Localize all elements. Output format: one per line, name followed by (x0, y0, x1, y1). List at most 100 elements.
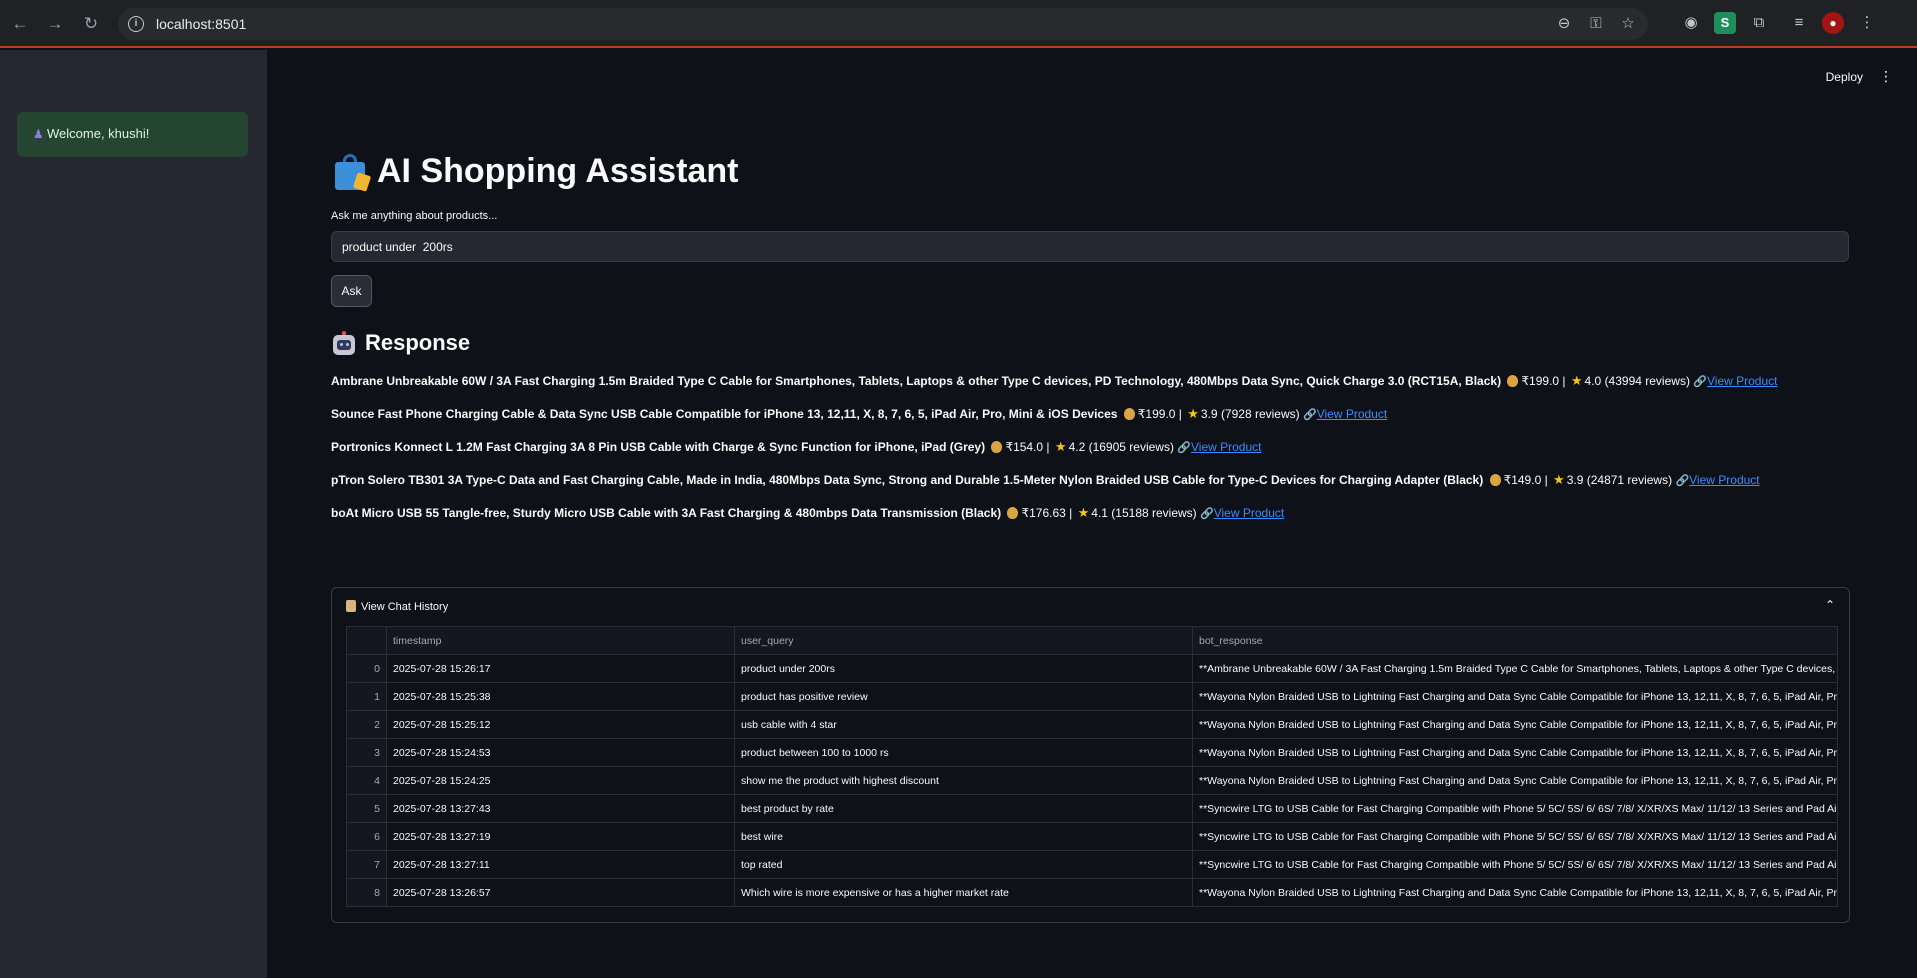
back-icon[interactable]: ← (8, 12, 32, 36)
row-index[interactable]: 1 (346, 682, 387, 711)
table-row[interactable]: 8 2025-07-28 13:26:57 Which wire is more e… (346, 878, 1838, 907)
query-input[interactable] (331, 231, 1849, 262)
table-row[interactable]: 5 2025-07-28 13:27:43 best product by rate… (346, 794, 1838, 823)
money-bag-icon (1489, 474, 1501, 486)
address-url[interactable]: localhost:8501 (156, 16, 246, 32)
column-header[interactable]: bot_response (1192, 626, 1838, 655)
product-price: ₹199.0 | (1521, 374, 1566, 388)
zoom-icon[interactable]: ⊖ (1554, 14, 1574, 34)
page-title: AI Shopping Assistant (331, 152, 738, 192)
extension-glasses-icon[interactable]: ◉ (1680, 12, 1702, 34)
user-query-cell[interactable]: show me the product with highest discoun… (734, 766, 1193, 795)
shopping-bags-icon (331, 154, 372, 192)
product-name: Ambrane Unbreakable 60W / 3A Fast Chargi… (331, 374, 1502, 388)
timestamp-cell[interactable]: 2025-07-28 15:25:12 (386, 710, 735, 739)
timestamp-cell[interactable]: 2025-07-28 15:26:17 (386, 654, 735, 683)
profile-avatar-icon[interactable]: ● (1822, 12, 1844, 34)
reading-list-icon[interactable]: ≡ (1788, 12, 1810, 34)
chevron-up-icon[interactable]: ⌃ (1825, 598, 1835, 612)
bot-response-cell[interactable]: **Wayona Nylon Braided USB to Lightning … (1192, 682, 1838, 711)
page-title-text: AI Shopping Assistant (377, 152, 739, 190)
user-query-cell[interactable]: product under 200rs (734, 654, 1193, 683)
product-rating: 4.1 (15188 reviews) (1091, 506, 1197, 520)
site-info-icon[interactable]: i (128, 16, 144, 32)
product-price: ₹176.63 | (1021, 506, 1073, 520)
scroll-icon (346, 600, 356, 612)
reload-icon[interactable]: ↻ (79, 12, 103, 36)
user-query-cell[interactable]: top rated (734, 850, 1193, 879)
bot-response-cell[interactable]: **Wayona Nylon Braided USB to Lightning … (1192, 738, 1838, 767)
bot-response-cell[interactable]: **Wayona Nylon Braided USB to Lightning … (1192, 710, 1838, 739)
deploy-button[interactable]: Deploy (1826, 70, 1863, 84)
row-index[interactable]: 4 (346, 766, 387, 795)
timestamp-cell[interactable]: 2025-07-28 15:25:38 (386, 682, 735, 711)
column-header[interactable]: user_query (734, 626, 1193, 655)
chat-history-toggle[interactable]: View Chat History (346, 600, 448, 613)
timestamp-cell[interactable]: 2025-07-28 13:27:43 (386, 794, 735, 823)
table-row[interactable]: 6 2025-07-28 13:27:19 best wire **Syncwire … (346, 822, 1838, 851)
timestamp-cell[interactable]: 2025-07-28 13:27:19 (386, 822, 735, 851)
timestamp-cell[interactable]: 2025-07-28 13:27:11 (386, 850, 735, 879)
timestamp-cell[interactable]: 2025-07-28 13:26:57 (386, 878, 735, 907)
main-menu-icon[interactable]: ⋮ (1879, 68, 1893, 85)
bot-response-cell[interactable]: **Syncwire LTG to USB Cable for Fast Cha… (1192, 794, 1838, 823)
money-bag-icon (991, 441, 1003, 453)
user-query-cell[interactable]: product has positive review (734, 682, 1193, 711)
extension-s-icon[interactable]: S (1714, 12, 1736, 34)
product-rating: 4.2 (16905 reviews) (1068, 440, 1174, 454)
user-query-cell[interactable]: best product by rate (734, 794, 1193, 823)
row-index[interactable]: 6 (346, 822, 387, 851)
product-rating: 3.9 (24871 reviews) (1566, 473, 1673, 487)
user-query-cell[interactable]: Which wire is more expensive or has a hi… (734, 878, 1193, 907)
product-price: ₹149.0 | (1503, 473, 1548, 487)
table-row[interactable]: 1 2025-07-28 15:25:38 product has positive… (346, 682, 1838, 711)
link-icon: 🔗 (1200, 508, 1214, 520)
view-product-link[interactable]: View Product (1707, 374, 1777, 388)
row-index[interactable]: 2 (346, 710, 387, 739)
star-icon: ★ (1054, 439, 1067, 454)
view-product-link[interactable]: View Product (1191, 440, 1261, 454)
index-header (346, 626, 387, 655)
table-body: 0 2025-07-28 15:26:17 product under 200rs *… (346, 654, 1838, 907)
table-row[interactable]: 0 2025-07-28 15:26:17 product under 200rs *… (346, 654, 1838, 683)
column-header[interactable]: timestamp (386, 626, 735, 655)
extensions-puzzle-icon[interactable]: ⧉ (1748, 12, 1770, 34)
forward-icon[interactable]: → (43, 12, 67, 36)
browser-toolbar: ← → ↻ i localhost:8501 ⊖ ⚿ ☆ ◉ S ⧉ ≡ ● ⋮ (0, 0, 1917, 48)
row-index[interactable]: 8 (346, 878, 387, 907)
table-row[interactable]: 4 2025-07-28 15:24:25 show me the product … (346, 766, 1838, 795)
product-list: Ambrane Unbreakable 60W / 3A Fast Chargi… (331, 371, 1891, 536)
timestamp-cell[interactable]: 2025-07-28 15:24:53 (386, 738, 735, 767)
view-product-link[interactable]: View Product (1689, 473, 1759, 487)
star-icon: ★ (1570, 373, 1583, 388)
row-index[interactable]: 0 (346, 654, 387, 683)
browser-menu-icon[interactable]: ⋮ (1856, 12, 1878, 34)
product-item: pTron Solero TB301 3A Type-C Data and Fa… (331, 470, 1891, 503)
product-price: ₹199.0 | (1137, 407, 1182, 421)
view-product-link[interactable]: View Product (1317, 407, 1387, 421)
bot-response-cell[interactable]: **Syncwire LTG to USB Cable for Fast Cha… (1192, 850, 1838, 879)
address-bar[interactable]: i localhost:8501 ⊖ ⚿ ☆ (118, 8, 1648, 40)
bookmark-star-icon[interactable]: ☆ (1618, 14, 1638, 34)
table-row[interactable]: 7 2025-07-28 13:27:11 top rated **Syncwire … (346, 850, 1838, 879)
bot-response-cell[interactable]: **Wayona Nylon Braided USB to Lightning … (1192, 878, 1838, 907)
table-row[interactable]: 3 2025-07-28 15:24:53 product between 100 … (346, 738, 1838, 767)
user-query-cell[interactable]: best wire (734, 822, 1193, 851)
table-row[interactable]: 2 2025-07-28 15:25:12 usb cable with 4 sta… (346, 710, 1838, 739)
password-key-icon[interactable]: ⚿ (1586, 14, 1606, 34)
view-product-link[interactable]: View Product (1214, 506, 1284, 520)
user-query-cell[interactable]: product between 100 to 1000 rs (734, 738, 1193, 767)
row-index[interactable]: 3 (346, 738, 387, 767)
product-item: Sounce Fast Phone Charging Cable & Data … (331, 404, 1891, 437)
user-query-cell[interactable]: usb cable with 4 star (734, 710, 1193, 739)
product-rating: 3.9 (7928 reviews) (1200, 407, 1300, 421)
row-index[interactable]: 5 (346, 794, 387, 823)
bot-response-cell[interactable]: **Syncwire LTG to USB Cable for Fast Cha… (1192, 822, 1838, 851)
product-name: Portronics Konnect L 1.2M Fast Charging … (331, 440, 986, 454)
ask-button[interactable]: Ask (331, 275, 372, 307)
row-index[interactable]: 7 (346, 850, 387, 879)
product-name: boAt Micro USB 55 Tangle-free, Sturdy Mi… (331, 506, 1002, 520)
bot-response-cell[interactable]: **Wayona Nylon Braided USB to Lightning … (1192, 766, 1838, 795)
bot-response-cell[interactable]: **Ambrane Unbreakable 60W / 3A Fast Char… (1192, 654, 1838, 683)
timestamp-cell[interactable]: 2025-07-28 15:24:25 (386, 766, 735, 795)
